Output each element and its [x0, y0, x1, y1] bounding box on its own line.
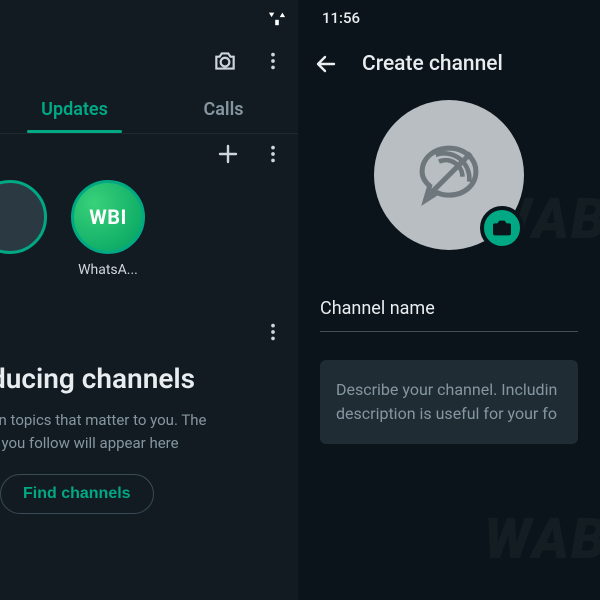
status-avatar: WBI: [71, 180, 145, 254]
channel-name-label: Channel name: [320, 298, 578, 319]
channels-description: on topics that matter to you. The s you …: [0, 409, 278, 454]
status-bar-right: 11:56: [298, 0, 600, 36]
back-icon[interactable]: [314, 52, 338, 76]
watermark: WAB: [484, 506, 600, 572]
toolbar: [0, 36, 298, 86]
channel-description-field[interactable]: Describe your channel. Includin descript…: [320, 360, 578, 444]
status-badge-text: WBI: [89, 205, 127, 229]
status-list: WBI WhatsA...: [0, 180, 290, 278]
channel-avatar-zone: [298, 100, 600, 250]
channel-name-field[interactable]: Channel name: [320, 298, 578, 332]
find-channels-label: Find channels: [23, 485, 131, 503]
tab-label: Updates: [41, 99, 108, 120]
channels-intro-card: ducing channels on topics that matter to…: [0, 318, 298, 534]
tab-calls[interactable]: Calls: [149, 86, 298, 133]
updates-screen: Updates Calls WBI: [0, 0, 298, 600]
tab-bar: Updates Calls: [0, 86, 298, 134]
status-section: WBI WhatsA...: [0, 134, 298, 282]
app-bar: Create channel: [298, 36, 600, 92]
status-item[interactable]: [0, 180, 52, 278]
status-more-icon[interactable]: [262, 142, 284, 166]
channel-placeholder-icon: [407, 133, 491, 217]
channels-more-icon[interactable]: [262, 320, 284, 344]
create-channel-screen: WAB WAB 11:56 Create channel: [298, 0, 600, 600]
status-label: WhatsA...: [78, 262, 138, 278]
more-icon[interactable]: [262, 48, 284, 74]
add-status-icon[interactable]: [216, 142, 240, 166]
channels-title: ducing channels: [0, 362, 278, 395]
status-avatar: [0, 180, 47, 254]
status-bar-left: [0, 0, 298, 36]
network-icon: [266, 9, 288, 27]
clock-text: 11:56: [322, 9, 360, 27]
tab-updates[interactable]: Updates: [0, 86, 149, 133]
camera-icon[interactable]: [212, 48, 238, 74]
tab-label: Calls: [203, 99, 243, 120]
find-channels-button[interactable]: Find channels: [0, 474, 154, 514]
channel-avatar-placeholder[interactable]: [374, 100, 524, 250]
page-title: Create channel: [362, 52, 503, 76]
channel-description-placeholder: Describe your channel. Includin descript…: [336, 378, 562, 426]
add-photo-button[interactable]: [480, 206, 524, 250]
status-item[interactable]: WBI WhatsA...: [66, 180, 150, 278]
